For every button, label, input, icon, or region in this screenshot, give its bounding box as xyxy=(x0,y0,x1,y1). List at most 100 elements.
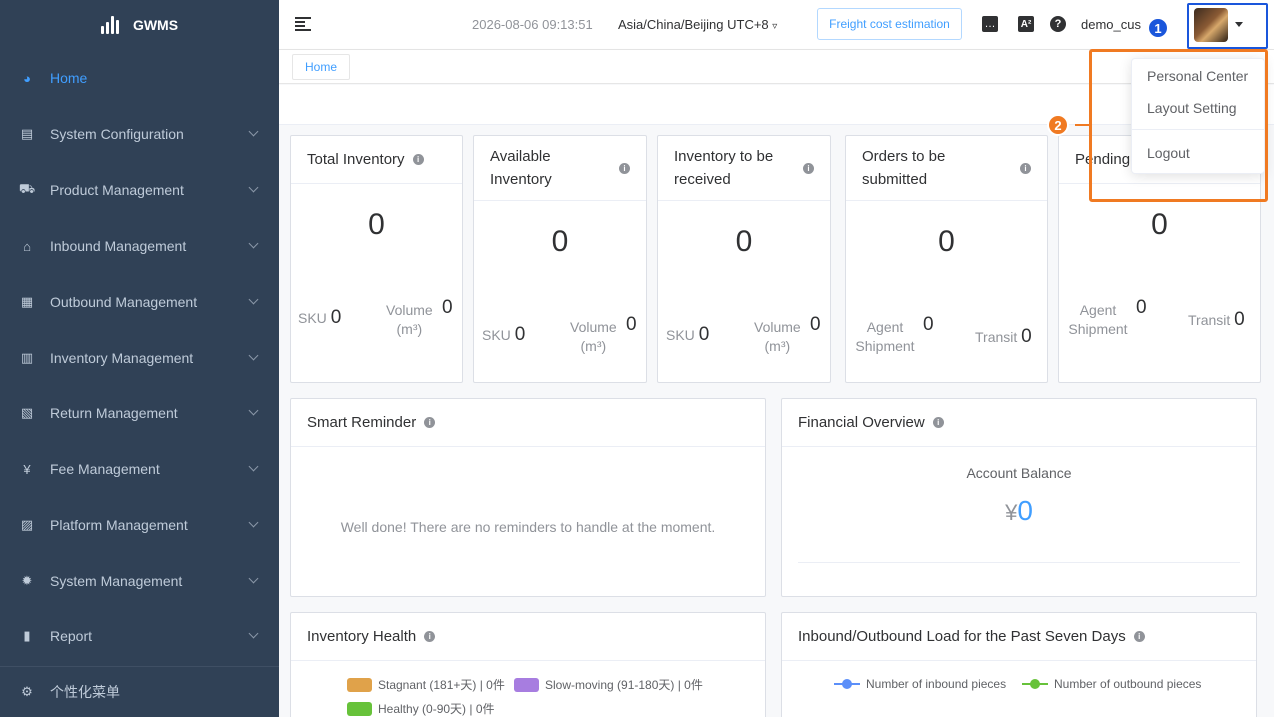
sidebar-item-return-management[interactable]: ▧ Return Management xyxy=(0,385,279,441)
chevron-down-icon xyxy=(248,126,259,137)
chevron-down-icon xyxy=(248,628,259,639)
translate-icon[interactable]: A² xyxy=(1018,16,1034,32)
personalized-menu-button[interactable]: ⚙ 个性化菜单 xyxy=(0,666,279,717)
sidebar-item-product-management[interactable]: ⛟ Product Management xyxy=(0,162,279,218)
inventory-to-be-received-card: Inventory to be received i 0 SKU 0 Volum… xyxy=(657,135,831,383)
legend-healthy[interactable]: Healthy (0-90天) | 0件 xyxy=(347,700,495,717)
sku-stat: SKU 0 xyxy=(666,325,709,345)
timezone-label: Asia/China/Beijing UTC+8 xyxy=(618,17,769,32)
sku-label: SKU xyxy=(666,327,695,343)
info-icon[interactable]: i xyxy=(932,417,944,428)
sku-value: 0 xyxy=(330,307,342,328)
transit-label: Transit xyxy=(1188,312,1231,328)
sidebar: GWMS ◕ Home ▤ System Configuration ⛟ Pro… xyxy=(0,0,279,717)
sidebar-item-fee-management[interactable]: ¥ Fee Management xyxy=(0,441,279,497)
agent-shipment-label: Agent Shipment xyxy=(855,319,915,354)
info-icon[interactable]: i xyxy=(412,154,424,165)
sidebar-item-home[interactable]: ◕ Home xyxy=(0,50,279,106)
card-header: Orders to be submitted i xyxy=(846,136,1047,201)
sidebar-item-system-management[interactable]: ✹ System Management xyxy=(0,553,279,609)
return-icon: ▧ xyxy=(20,405,34,420)
gear-icon: ✹ xyxy=(21,573,33,588)
info-icon[interactable]: i xyxy=(619,162,630,174)
annotation-connector xyxy=(1075,124,1089,126)
info-icon[interactable]: i xyxy=(1133,631,1145,642)
info-icon[interactable]: i xyxy=(803,162,814,174)
sidebar-item-label: System Configuration xyxy=(50,126,184,142)
sidebar-item-label: Inbound Management xyxy=(50,238,187,254)
info-icon[interactable]: i xyxy=(424,417,436,428)
sku-value: 0 xyxy=(698,324,710,345)
legend-outbound[interactable]: Number of outbound pieces xyxy=(1022,677,1201,691)
sidebar-item-label: Fee Management xyxy=(50,461,160,477)
help-icon[interactable]: ? xyxy=(1050,16,1066,32)
card-title: Orders to be submitted xyxy=(862,148,946,188)
volume-number: 0 xyxy=(442,297,453,318)
sku-label: SKU xyxy=(298,310,327,326)
chevron-down-icon xyxy=(248,405,259,416)
panel-header: Smart Reminder i xyxy=(291,399,765,447)
legend-label: Stagnant (181+天) | 0件 xyxy=(378,678,505,692)
empty-reminders-text: Well done! There are no reminders to han… xyxy=(340,519,716,535)
sidebar-toggle-icon[interactable] xyxy=(295,17,311,31)
legend-swatch xyxy=(347,677,372,692)
divider xyxy=(798,562,1240,563)
agent-number: 0 xyxy=(1136,297,1147,318)
volume-number: 0 xyxy=(810,314,821,335)
panel-title: Smart Reminder xyxy=(307,414,417,431)
username[interactable]: demo_cus xyxy=(1081,17,1141,32)
legend-line-icon xyxy=(834,679,860,689)
sidebar-item-inventory-management[interactable]: ▥ Inventory Management xyxy=(0,330,279,386)
sidebar-item-report[interactable]: ▮ Report xyxy=(0,608,279,664)
volume-value: 0 xyxy=(442,298,453,318)
info-icon[interactable]: i xyxy=(1020,162,1031,174)
bar-chart-icon: ▮ xyxy=(23,628,31,643)
chevron-down-icon xyxy=(248,294,259,305)
sidebar-item-label: Report xyxy=(50,628,93,644)
settings-icon: ⚙ xyxy=(21,684,33,699)
total-inventory-value: 0 xyxy=(368,208,385,241)
info-icon[interactable]: i xyxy=(424,631,436,642)
card-title: Inventory to be received xyxy=(674,148,774,188)
chevron-down-icon xyxy=(248,517,259,528)
panel-header: Inventory Health i xyxy=(291,613,765,661)
sidebar-item-platform-management[interactable]: ▨ Platform Management xyxy=(0,497,279,553)
annotation-badge-2: 2 xyxy=(1047,114,1069,136)
volume-stat: Volume (m³) xyxy=(754,318,801,356)
legend-label: Number of outbound pieces xyxy=(1054,677,1202,691)
financial-overview-panel: Financial Overview i Account Balance ¥0 xyxy=(781,398,1257,597)
legend-label: Number of inbound pieces xyxy=(866,677,1007,691)
message-icon[interactable]: … xyxy=(982,16,998,32)
volume-value: 0 xyxy=(626,315,637,335)
legend-swatch xyxy=(514,677,539,692)
freight-cost-estimation-button[interactable]: Freight cost estimation xyxy=(817,8,962,40)
available-inventory-value: 0 xyxy=(551,225,569,258)
sku-stat: SKU 0 xyxy=(298,308,341,328)
timezone-selector[interactable]: Asia/China/Beijing UTC+8 ▿ xyxy=(618,17,777,32)
dashboard-icon: ◕ xyxy=(23,70,31,86)
orders-to-be-submitted-card: Orders to be submitted i 0 Agent Shipmen… xyxy=(845,135,1048,383)
orders-to-submit-value: 0 xyxy=(938,225,955,258)
grid-icon: ▦ xyxy=(20,294,34,309)
chevron-down-icon xyxy=(248,573,259,584)
sidebar-item-inbound-management[interactable]: ⌂ Inbound Management xyxy=(0,218,279,274)
tag-home[interactable]: Home xyxy=(292,54,351,80)
transit-label: Transit xyxy=(975,329,1018,345)
sidebar-item-system-configuration[interactable]: ▤ System Configuration xyxy=(0,106,279,162)
balance-value: 0 xyxy=(1017,495,1033,526)
legend-inbound[interactable]: Number of inbound pieces xyxy=(834,677,1006,691)
available-inventory-card: Available Inventory i 0 SKU 0 Volume (m³)… xyxy=(473,135,647,383)
panel-title: Financial Overview xyxy=(798,414,925,431)
app-logo[interactable]: GWMS xyxy=(0,0,279,50)
legend-label: Slow-moving (91-180天) | 0件 xyxy=(545,678,703,692)
chevron-down-icon xyxy=(248,461,259,472)
volume-number: 0 xyxy=(626,314,637,335)
cart-icon: ⛟ xyxy=(18,181,36,196)
table-icon: ▥ xyxy=(20,350,34,365)
chevron-down-icon: ▿ xyxy=(772,21,778,32)
legend-stagnant[interactable]: Stagnant (181+天) | 0件 xyxy=(347,676,505,693)
agent-shipment-label: Agent Shipment xyxy=(1068,302,1128,337)
sidebar-item-outbound-management[interactable]: ▦ Outbound Management xyxy=(0,274,279,330)
volume-label: Volume xyxy=(754,319,801,335)
legend-slow-moving[interactable]: Slow-moving (91-180天) | 0件 xyxy=(514,676,703,693)
